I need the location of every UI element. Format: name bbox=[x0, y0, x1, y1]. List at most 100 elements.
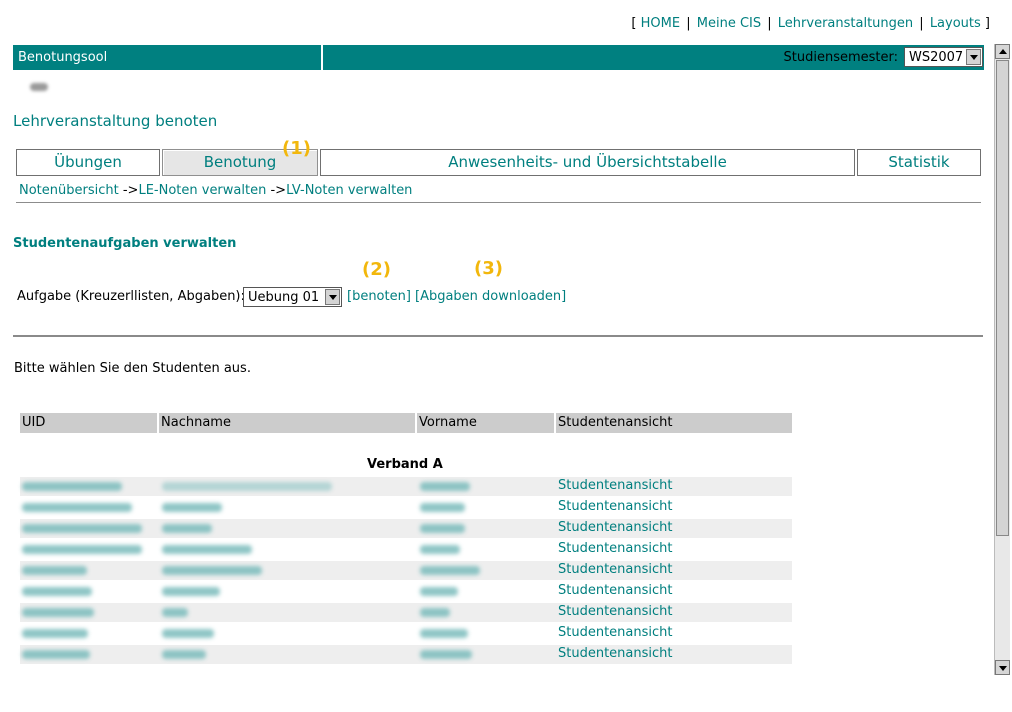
table-row: Studentenansicht bbox=[20, 645, 792, 664]
section-title: Studentenaufgaben verwalten bbox=[13, 236, 237, 251]
table-row: Studentenansicht bbox=[20, 582, 792, 601]
redacted-vorname bbox=[420, 524, 465, 533]
redacted-uid bbox=[22, 545, 142, 554]
redacted-vorname bbox=[420, 629, 468, 638]
bracket-close: ] bbox=[984, 16, 990, 31]
vertical-scrollbar[interactable] bbox=[994, 44, 1010, 675]
redacted-vorname bbox=[420, 545, 460, 554]
redacted-uid bbox=[22, 608, 94, 617]
app-title-bar: Benotungsool bbox=[13, 45, 321, 70]
task-select[interactable]: Uebung 01 bbox=[243, 287, 342, 307]
redacted-nachname bbox=[162, 482, 332, 491]
table-row: Studentenansicht bbox=[20, 624, 792, 643]
redacted-nachname bbox=[162, 566, 262, 575]
group-label: Verband A bbox=[367, 457, 443, 472]
tab-uebungen[interactable]: Übungen bbox=[16, 149, 160, 176]
tab-label: Übungen bbox=[54, 153, 122, 171]
student-view-link[interactable]: Studentenansicht bbox=[558, 520, 673, 535]
divider bbox=[16, 202, 981, 203]
nav-separator: | bbox=[919, 16, 924, 31]
redacted-nachname bbox=[162, 629, 214, 638]
callout-1: (1) bbox=[282, 138, 311, 159]
redacted-lecture-name bbox=[30, 83, 48, 91]
redacted-nachname bbox=[162, 650, 206, 659]
tab-label: Benotung bbox=[203, 153, 277, 171]
instruction-text: Bitte wählen Sie den Studenten aus. bbox=[14, 361, 251, 376]
semester-bar: Studiensemester: WS2007 bbox=[323, 45, 984, 70]
page-title: Lehrveranstaltung benoten bbox=[13, 112, 218, 130]
tab-label: Anwesenheits- und Übersichtstabelle bbox=[448, 153, 727, 171]
student-view-link[interactable]: Studentenansicht bbox=[558, 625, 673, 640]
student-view-link[interactable]: Studentenansicht bbox=[558, 499, 673, 514]
table-row: Studentenansicht bbox=[20, 498, 792, 517]
scroll-down-arrow-icon[interactable] bbox=[995, 660, 1010, 675]
download-submissions-link[interactable]: [Abgaben downloaden] bbox=[415, 289, 566, 304]
nav-home-link[interactable]: HOME bbox=[641, 16, 680, 31]
redacted-uid bbox=[22, 503, 132, 512]
column-header-vorname: Vorname bbox=[417, 413, 554, 433]
chevron-down-icon[interactable] bbox=[966, 49, 981, 65]
callout-2: (2) bbox=[362, 259, 391, 280]
redacted-vorname bbox=[420, 482, 470, 491]
redacted-uid bbox=[22, 587, 92, 596]
scroll-up-arrow-icon[interactable] bbox=[995, 44, 1010, 59]
redacted-uid bbox=[22, 482, 122, 491]
redacted-nachname bbox=[162, 524, 212, 533]
redacted-uid bbox=[22, 650, 90, 659]
nav-meine-cis-link[interactable]: Meine CIS bbox=[697, 16, 761, 31]
breadcrumb-arrow: -> bbox=[270, 183, 287, 198]
student-view-link[interactable]: Studentenansicht bbox=[558, 478, 673, 493]
tab-statistik[interactable]: Statistik bbox=[857, 149, 981, 176]
table-row: Studentenansicht bbox=[20, 519, 792, 538]
redacted-uid bbox=[22, 566, 87, 575]
redacted-vorname bbox=[420, 608, 450, 617]
redacted-nachname bbox=[162, 503, 222, 512]
chevron-down-icon[interactable] bbox=[325, 289, 340, 305]
divider bbox=[13, 335, 983, 337]
redacted-nachname bbox=[162, 608, 188, 617]
breadcrumb-arrow: -> bbox=[122, 183, 139, 198]
redacted-nachname bbox=[162, 587, 220, 596]
semester-select-value: WS2007 bbox=[909, 50, 964, 65]
column-header-nachname: Nachname bbox=[159, 413, 415, 433]
redacted-vorname bbox=[420, 587, 458, 596]
grade-link[interactable]: [benoten] bbox=[347, 289, 411, 304]
redacted-vorname bbox=[420, 566, 480, 575]
scrollbar-thumb[interactable] bbox=[996, 60, 1009, 536]
redacted-uid bbox=[22, 524, 142, 533]
column-header-studentenansicht: Studentenansicht bbox=[556, 413, 792, 433]
redacted-uid bbox=[22, 629, 88, 638]
breadcrumb-le-noten[interactable]: LE-Noten verwalten bbox=[138, 183, 266, 198]
nav-lehrveranstaltungen-link[interactable]: Lehrveranstaltungen bbox=[778, 16, 913, 31]
table-row: Studentenansicht bbox=[20, 603, 792, 622]
student-view-link[interactable]: Studentenansicht bbox=[558, 646, 673, 661]
top-navigation: [ HOME | Meine CIS | Lehrveranstaltungen… bbox=[631, 16, 990, 31]
breadcrumb: Notenübersicht ->LE-Noten verwalten ->LV… bbox=[19, 183, 412, 198]
breadcrumb-notenuebersicht[interactable]: Notenübersicht bbox=[19, 183, 119, 198]
table-row: Studentenansicht bbox=[20, 540, 792, 559]
semester-select[interactable]: WS2007 bbox=[904, 47, 983, 67]
student-view-link[interactable]: Studentenansicht bbox=[558, 562, 673, 577]
task-label: Aufgabe (Kreuzerllisten, Abgaben): bbox=[17, 289, 245, 304]
app-title: Benotungsool bbox=[18, 50, 108, 65]
redacted-vorname bbox=[420, 503, 465, 512]
page-viewport: [ HOME | Meine CIS | Lehrveranstaltungen… bbox=[0, 0, 994, 675]
nav-separator: | bbox=[686, 16, 691, 31]
student-view-link[interactable]: Studentenansicht bbox=[558, 541, 673, 556]
column-header-uid: UID bbox=[20, 413, 157, 433]
redacted-vorname bbox=[420, 650, 472, 659]
nav-separator: | bbox=[767, 16, 772, 31]
semester-label: Studiensemester: bbox=[783, 50, 899, 65]
redacted-nachname bbox=[162, 545, 252, 554]
nav-layouts-link[interactable]: Layouts bbox=[930, 16, 981, 31]
student-view-link[interactable]: Studentenansicht bbox=[558, 583, 673, 598]
tab-label: Statistik bbox=[888, 153, 950, 171]
student-view-link[interactable]: Studentenansicht bbox=[558, 604, 673, 619]
table-row: Studentenansicht bbox=[20, 477, 792, 496]
tab-anwesenheit[interactable]: Anwesenheits- und Übersichtstabelle bbox=[320, 149, 855, 176]
table-row: Studentenansicht bbox=[20, 561, 792, 580]
task-select-value: Uebung 01 bbox=[248, 290, 320, 305]
bracket-open: [ bbox=[631, 16, 637, 31]
breadcrumb-lv-noten[interactable]: LV-Noten verwalten bbox=[286, 183, 412, 198]
callout-3: (3) bbox=[474, 258, 503, 279]
